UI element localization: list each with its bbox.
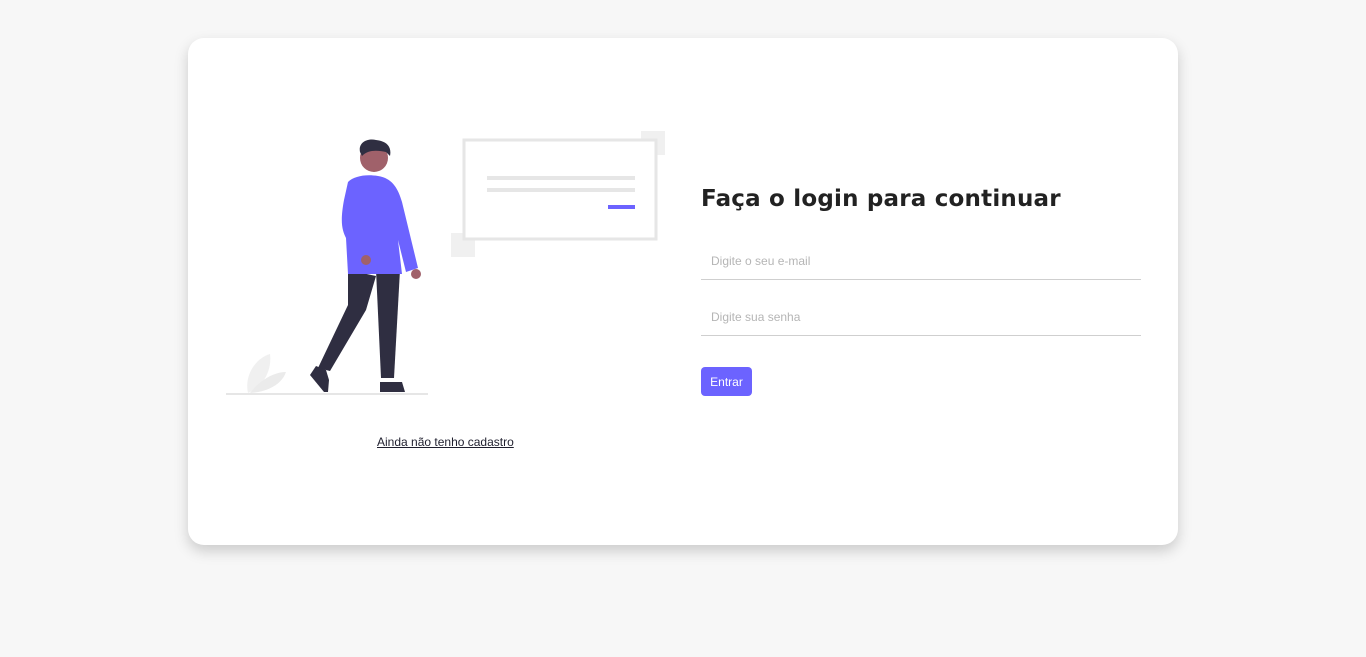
- message-accent-line: [608, 205, 635, 209]
- leg-back: [318, 270, 376, 371]
- page-title: Faça o login para continuar: [701, 186, 1061, 212]
- torso: [341, 175, 418, 274]
- shoe-front: [380, 382, 405, 392]
- login-card: Ainda não tenho cadastro Faça o login pa…: [188, 38, 1178, 545]
- person-illustration-icon: [226, 131, 665, 395]
- message-line-2: [487, 188, 635, 192]
- hand-right: [411, 269, 421, 279]
- hand-left: [361, 255, 371, 265]
- leg-front: [376, 270, 400, 378]
- login-button[interactable]: Entrar: [701, 367, 752, 396]
- signup-link[interactable]: Ainda não tenho cadastro: [377, 435, 514, 449]
- email-field[interactable]: [701, 242, 1141, 280]
- message-line-1: [487, 176, 635, 180]
- password-field[interactable]: [701, 298, 1141, 336]
